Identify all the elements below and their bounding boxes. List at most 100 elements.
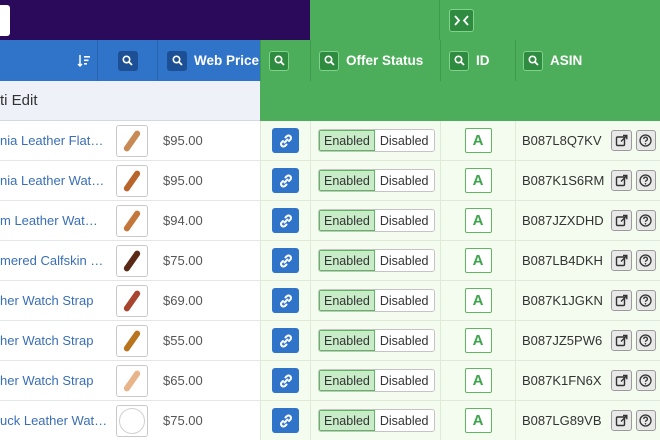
help-icon	[639, 294, 652, 307]
help-button[interactable]	[635, 170, 657, 191]
link-button[interactable]	[272, 248, 299, 273]
link-icon	[279, 174, 292, 187]
external-link-icon	[615, 294, 628, 307]
enabled-option[interactable]: Enabled	[319, 290, 375, 311]
product-title-link[interactable]: mered Calfskin …	[0, 241, 110, 281]
id-badge[interactable]: A	[464, 368, 492, 393]
help-icon	[639, 374, 652, 387]
open-external-button[interactable]	[611, 130, 632, 151]
search-asin-button[interactable]	[523, 50, 543, 71]
id-badge[interactable]: A	[464, 408, 492, 433]
header-id: ID	[440, 40, 515, 81]
enabled-option[interactable]: Enabled	[319, 330, 375, 351]
id-badge[interactable]: A	[464, 168, 492, 193]
multi-edit-row[interactable]: ti Edit	[0, 81, 260, 121]
product-title-link[interactable]: her Watch Strap	[0, 281, 110, 321]
product-thumbnail[interactable]	[116, 124, 148, 157]
product-thumbnail[interactable]	[116, 324, 148, 357]
help-button[interactable]	[635, 250, 657, 271]
disabled-option[interactable]: Disabled	[374, 170, 434, 191]
help-button[interactable]	[635, 370, 657, 391]
disabled-option[interactable]: Disabled	[374, 410, 434, 431]
product-thumbnail[interactable]	[116, 284, 148, 317]
product-title: uck Leather Wat…	[0, 413, 108, 428]
asin-value: B087JZ5PW6	[522, 333, 603, 348]
disabled-option[interactable]: Disabled	[374, 330, 434, 351]
link-button[interactable]	[272, 368, 299, 393]
open-external-button[interactable]	[611, 410, 632, 431]
help-icon	[639, 334, 652, 347]
help-button[interactable]	[635, 210, 657, 231]
id-badge[interactable]: A	[464, 328, 492, 353]
offer-status-toggle: Enabled Disabled	[318, 169, 435, 192]
link-button[interactable]	[272, 128, 299, 153]
offer-status-toggle: Enabled Disabled	[318, 209, 435, 232]
web-price-cell: $75.00	[154, 401, 260, 440]
product-thumbnail[interactable]	[116, 404, 148, 437]
id-label: ID	[476, 53, 490, 68]
search-status-button[interactable]	[319, 50, 339, 71]
product-title-link[interactable]: uck Leather Wat…	[0, 401, 110, 440]
enabled-option[interactable]: Enabled	[319, 250, 375, 271]
search-link-button[interactable]	[269, 50, 289, 71]
column-select[interactable]	[0, 5, 10, 36]
disabled-option[interactable]: Disabled	[374, 290, 434, 311]
web-price-value: $94.00	[163, 213, 203, 228]
help-button[interactable]	[635, 410, 657, 431]
disabled-option[interactable]: Disabled	[374, 210, 434, 231]
top-toolbar-green	[310, 0, 660, 40]
link-button[interactable]	[272, 208, 299, 233]
help-icon	[639, 214, 652, 227]
enabled-option[interactable]: Enabled	[319, 210, 375, 231]
expand-columns-button[interactable]	[449, 9, 474, 32]
disabled-option[interactable]: Disabled	[374, 370, 434, 391]
sort-icon[interactable]	[77, 54, 91, 68]
id-badge[interactable]: A	[464, 248, 492, 273]
help-button[interactable]	[635, 290, 657, 311]
product-title-link[interactable]: her Watch Strap	[0, 361, 110, 401]
search-id-button[interactable]	[449, 50, 469, 71]
search-image-button[interactable]	[117, 50, 138, 71]
asin-cell: B087K1FN6X	[515, 361, 660, 401]
product-thumbnail[interactable]	[116, 364, 148, 397]
search-price-button[interactable]	[167, 50, 187, 71]
open-external-button[interactable]	[611, 170, 632, 191]
header-asin: ASIN	[515, 40, 660, 81]
product-title-link[interactable]: nia Leather Wat…	[0, 161, 110, 201]
product-title-link[interactable]: m Leather Wat…	[0, 201, 110, 241]
product-title: her Watch Strap	[0, 333, 94, 348]
open-external-button[interactable]	[611, 330, 632, 351]
product-title-link[interactable]: her Watch Strap	[0, 321, 110, 361]
id-badge[interactable]: A	[464, 128, 492, 153]
help-button[interactable]	[635, 330, 657, 351]
expand-arrows-icon	[454, 15, 469, 26]
link-button[interactable]	[272, 288, 299, 313]
product-title-link[interactable]: nia Leather Flat…	[0, 121, 110, 161]
disabled-option[interactable]: Disabled	[374, 250, 434, 271]
link-button[interactable]	[272, 168, 299, 193]
header-web-price: Web Price	[157, 40, 260, 81]
id-badge[interactable]: A	[464, 288, 492, 313]
product-thumbnail[interactable]	[116, 164, 148, 197]
web-price-cell: $55.00	[154, 321, 260, 361]
open-external-button[interactable]	[611, 250, 632, 271]
link-button[interactable]	[272, 328, 299, 353]
help-button[interactable]	[635, 130, 657, 151]
open-external-button[interactable]	[611, 210, 632, 231]
id-badge[interactable]: A	[464, 208, 492, 233]
web-price-cell: $95.00	[154, 121, 260, 161]
enabled-option[interactable]: Enabled	[319, 370, 375, 391]
table-row: mered Calfskin … $75.00 Enabled Disabled…	[0, 241, 660, 281]
disabled-option[interactable]: Disabled	[374, 130, 434, 151]
open-external-button[interactable]	[611, 370, 632, 391]
search-icon	[273, 55, 285, 66]
external-link-icon	[615, 334, 628, 347]
thumbnail-cell	[110, 321, 154, 361]
enabled-option[interactable]: Enabled	[319, 170, 375, 191]
enabled-option[interactable]: Enabled	[319, 130, 375, 151]
product-thumbnail[interactable]	[116, 204, 148, 237]
open-external-button[interactable]	[611, 290, 632, 311]
link-button[interactable]	[272, 408, 299, 433]
enabled-option[interactable]: Enabled	[319, 410, 375, 431]
product-thumbnail[interactable]	[116, 244, 148, 277]
